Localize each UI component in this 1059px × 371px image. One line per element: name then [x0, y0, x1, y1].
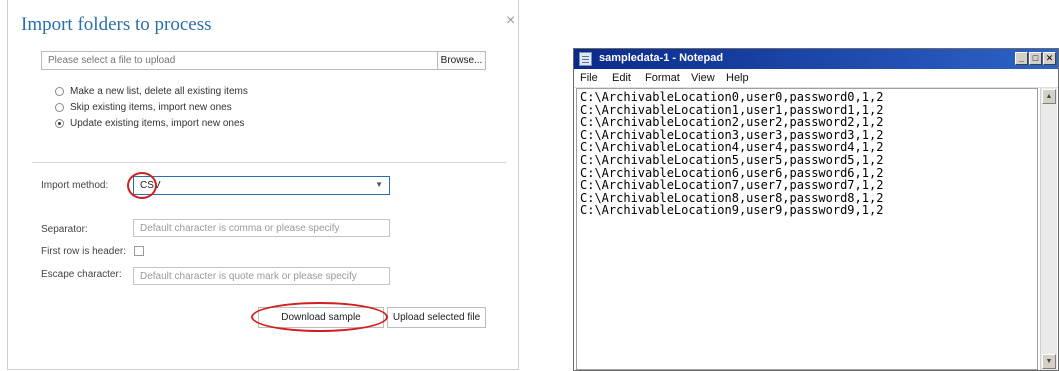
text-line: C:\ArchivableLocation7,user7,password7,1… [580, 178, 884, 193]
upload-selected-file-button[interactable]: Upload selected file [387, 307, 486, 328]
import-method-select[interactable]: CSV ▼ [133, 176, 390, 195]
csv-highlight-circle [127, 172, 157, 199]
text-line: C:\ArchivableLocation0,user0,password0,1… [580, 90, 884, 104]
escape-character-label: Escape character: [41, 269, 122, 280]
separator-input[interactable]: Default character is comma or please spe… [133, 219, 390, 237]
close-window-icon[interactable]: ✕ [1043, 52, 1056, 65]
dialog-title: Import folders to process [21, 14, 212, 35]
scroll-up-icon[interactable]: ▲ [1042, 89, 1056, 104]
radio-update-existing[interactable] [55, 119, 64, 128]
option-update-existing[interactable]: Update existing items, import new ones [55, 118, 245, 129]
option-update-existing-label: Update existing items, import new ones [70, 118, 245, 129]
maximize-icon[interactable]: □ [1029, 52, 1042, 65]
option-new-list[interactable]: Make a new list, delete all existing ite… [55, 86, 248, 97]
text-line: C:\ArchivableLocation5,user5,password5,1… [580, 152, 884, 167]
radio-new-list[interactable] [55, 87, 64, 96]
option-new-list-label: Make a new list, delete all existing ite… [70, 86, 248, 97]
notepad-text-area[interactable]: C:\ArchivableLocation0,user0,password0,1… [576, 88, 1038, 370]
text-line: C:\ArchivableLocation2,user2,password2,1… [580, 115, 884, 130]
first-row-header-checkbox[interactable] [134, 246, 144, 256]
file-path-input[interactable] [41, 51, 438, 70]
notepad-title-bar[interactable]: sampledata-1 - Notepad _ □ ✕ [574, 49, 1058, 69]
chevron-down-icon: ▼ [375, 180, 383, 189]
option-skip-existing-label: Skip existing items, import new ones [70, 102, 232, 113]
menu-help[interactable]: Help [726, 72, 749, 84]
close-icon[interactable]: × [506, 12, 515, 30]
vertical-scrollbar[interactable]: ▲ ▼ [1040, 88, 1057, 370]
menu-edit[interactable]: Edit [612, 72, 631, 84]
minimize-icon[interactable]: _ [1015, 52, 1028, 65]
menu-view[interactable]: View [691, 72, 715, 84]
escape-character-input[interactable]: Default character is quote mark or pleas… [133, 267, 390, 285]
notepad-menu-bar: File Edit Format View Help [574, 69, 1058, 88]
separator-label: Separator: [41, 224, 88, 235]
menu-format[interactable]: Format [645, 72, 680, 84]
text-line: C:\ArchivableLocation9,user9,password9,1… [580, 203, 884, 218]
file-upload-row: Browse... [41, 51, 486, 70]
notepad-window: sampledata-1 - Notepad _ □ ✕ File Edit F… [573, 48, 1059, 371]
scroll-down-icon[interactable]: ▼ [1042, 354, 1056, 369]
import-dialog: Import folders to process × Browse... Ma… [7, 0, 519, 370]
import-method-label: Import method: [41, 180, 109, 191]
download-highlight-circle [251, 302, 388, 332]
section-divider [32, 162, 506, 163]
notepad-icon [579, 52, 592, 66]
notepad-title: sampledata-1 - Notepad [599, 52, 724, 64]
option-skip-existing[interactable]: Skip existing items, import new ones [55, 102, 232, 113]
first-row-header-label: First row is header: [41, 246, 127, 257]
radio-skip-existing[interactable] [55, 103, 64, 112]
browse-button[interactable]: Browse... [438, 51, 486, 70]
menu-file[interactable]: File [580, 72, 598, 84]
